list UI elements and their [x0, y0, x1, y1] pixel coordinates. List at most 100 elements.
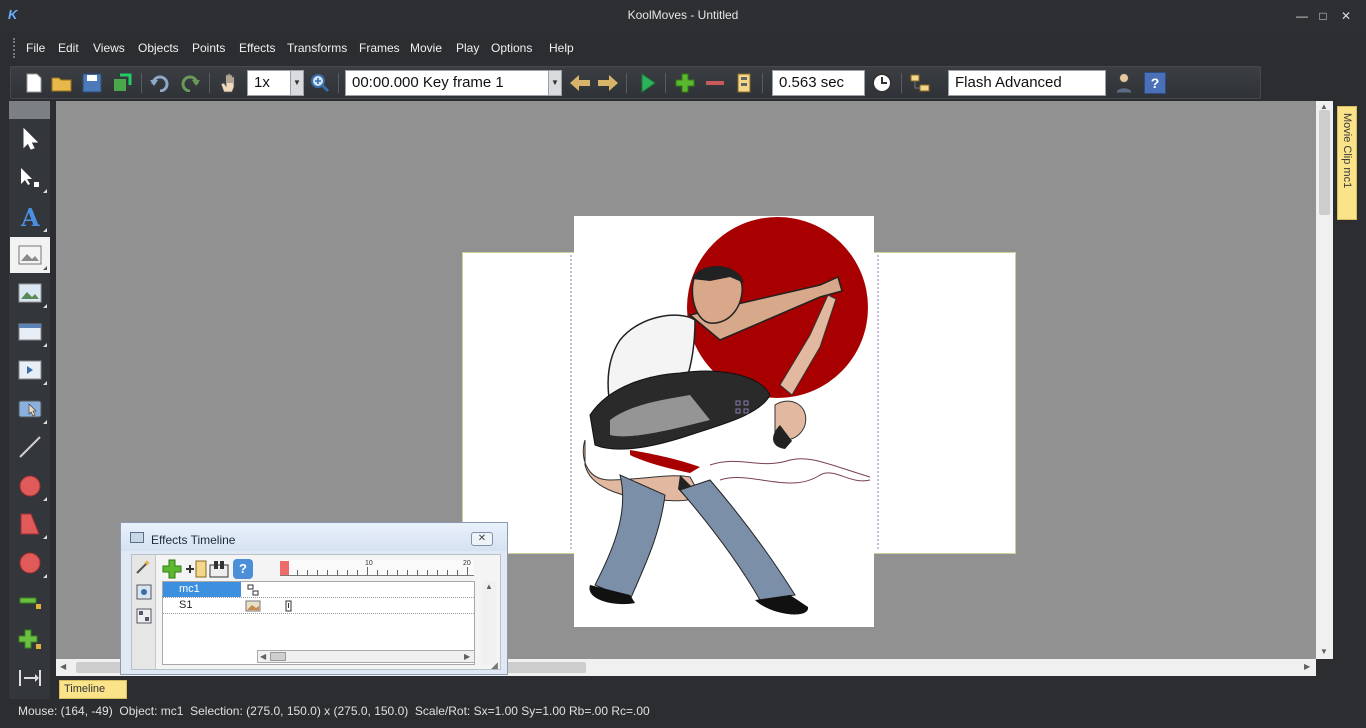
- prev-frame-icon[interactable]: [569, 72, 591, 94]
- menu-movie[interactable]: Movie: [410, 41, 442, 55]
- effects-scroll-left-icon[interactable]: ◀: [260, 652, 266, 661]
- movie-clip-icon[interactable]: [10, 352, 50, 388]
- window-icon: [130, 532, 144, 543]
- zoom-select[interactable]: 1x: [247, 70, 291, 96]
- effect-frames-icon[interactable]: [208, 559, 230, 582]
- help-icon[interactable]: ?: [1144, 72, 1166, 94]
- shape-tool-corner-icon: [43, 535, 47, 539]
- export-icon[interactable]: [111, 72, 133, 94]
- scroll-right-icon[interactable]: ▶: [1304, 662, 1310, 671]
- vertical-scrollbar[interactable]: ▲ ▼: [1316, 101, 1333, 659]
- add-keyframe-icon[interactable]: [184, 559, 208, 582]
- ruler-label-20: 20: [463, 560, 471, 567]
- keyframe-marker-icon[interactable]: [285, 600, 293, 612]
- menu-play[interactable]: Play: [456, 41, 479, 55]
- side-tab-label: Movie Clip mc1: [1341, 113, 1353, 189]
- menu-help[interactable]: Help: [549, 41, 574, 55]
- menu-frames[interactable]: Frames: [359, 41, 400, 55]
- layers-icon[interactable]: [909, 72, 931, 94]
- ellipse-tool-corner-icon: [43, 574, 47, 578]
- redo-icon[interactable]: [179, 72, 201, 94]
- scroll-left-icon[interactable]: ◀: [60, 662, 66, 671]
- effects-timeline-title: Effects Timeline: [151, 533, 236, 547]
- button-tool-corner-icon: [43, 420, 47, 424]
- status-selection: Selection: (275.0, 150.0) x (275.0, 150.…: [190, 704, 409, 718]
- add-frame-icon[interactable]: [674, 72, 696, 94]
- effects-timeline-close-button[interactable]: ✕: [471, 532, 493, 546]
- effect-layout-icon[interactable]: [135, 607, 153, 628]
- undo-icon[interactable]: [149, 72, 171, 94]
- effects-scroll-thumb[interactable]: [270, 652, 286, 661]
- shape-tool-icon[interactable]: [10, 506, 50, 542]
- zoom-dropdown-arrow[interactable]: ▼: [290, 70, 304, 96]
- wand-icon[interactable]: [135, 559, 151, 578]
- menu-views[interactable]: Views: [93, 41, 125, 55]
- hand-icon[interactable]: [218, 72, 240, 94]
- zoom-icon[interactable]: [309, 72, 331, 94]
- vertical-scroll-thumb[interactable]: [1319, 110, 1330, 215]
- effects-ruler[interactable]: 10 20: [280, 560, 474, 576]
- effect-settings-icon[interactable]: [135, 583, 153, 604]
- frame-select[interactable]: 00:00.000 Key frame 1: [345, 70, 549, 96]
- effects-vertical-scrollbar[interactable]: ▲: [482, 581, 496, 665]
- remove-frame-icon[interactable]: [704, 72, 726, 94]
- effects-timeline-titlebar[interactable]: Effects Timeline ✕: [121, 523, 507, 551]
- subselect-icon[interactable]: [10, 160, 50, 196]
- open-folder-icon[interactable]: [51, 72, 73, 94]
- text-tool-icon[interactable]: A: [10, 199, 50, 235]
- export-format-field[interactable]: Flash Advanced: [948, 70, 1106, 96]
- effects-help-icon[interactable]: ?: [233, 559, 253, 579]
- playhead-marker[interactable]: [280, 561, 289, 575]
- ellipse-tool-icon[interactable]: [10, 545, 50, 581]
- next-frame-icon[interactable]: [597, 72, 619, 94]
- movie-clip-side-tab[interactable]: Movie Clip mc1: [1337, 106, 1357, 220]
- circle-tool-icon[interactable]: [10, 468, 50, 504]
- resize-grip-icon[interactable]: ◢: [491, 660, 503, 672]
- menu-effects[interactable]: Effects: [239, 41, 275, 55]
- timeline-tab[interactable]: Timeline: [59, 680, 127, 699]
- timer-icon[interactable]: [871, 72, 893, 94]
- effects-row-s1[interactable]: S1: [163, 598, 474, 614]
- menu-options[interactable]: Options: [491, 41, 532, 55]
- effects-timeline-window: Effects Timeline ✕ ? 10 20 mc1 S1 ▲ ◀ ▶ …: [120, 522, 508, 675]
- minus-tool-icon[interactable]: [10, 584, 50, 620]
- menu-grip[interactable]: [13, 38, 15, 58]
- frame-tool-icon[interactable]: [10, 314, 50, 350]
- play-icon[interactable]: [637, 72, 659, 94]
- dancers-artwork[interactable]: [570, 255, 880, 625]
- line-tool-icon[interactable]: [10, 429, 50, 465]
- text-tool-corner-icon: [43, 228, 47, 232]
- menu-points[interactable]: Points: [192, 41, 225, 55]
- clip-row-icon: [247, 584, 259, 596]
- maximize-button[interactable]: □: [1315, 9, 1331, 23]
- new-file-icon[interactable]: [23, 72, 45, 94]
- movie-clip-corner-icon: [43, 381, 47, 385]
- close-button[interactable]: ✕: [1338, 9, 1354, 23]
- frame-dropdown-arrow[interactable]: ▼: [548, 70, 562, 96]
- scroll-down-icon[interactable]: ▼: [1320, 647, 1328, 656]
- add-tool-icon[interactable]: [10, 622, 50, 658]
- menu-transforms[interactable]: Transforms: [287, 41, 347, 55]
- effects-row-mc1[interactable]: mc1: [163, 582, 474, 598]
- image-tool-icon[interactable]: [10, 237, 50, 273]
- save-icon[interactable]: [81, 72, 103, 94]
- menu-edit[interactable]: Edit: [58, 41, 79, 55]
- frame-properties-icon[interactable]: [733, 72, 755, 94]
- menu-bar: File Edit Views Objects Points Effects T…: [8, 35, 1358, 61]
- add-effect-icon[interactable]: [162, 559, 182, 582]
- motion-tool-icon[interactable]: [10, 660, 50, 696]
- status-text: Mouse: (164, -49) Object: mc1 Selection:…: [18, 704, 650, 718]
- effects-scroll-right-icon[interactable]: ▶: [464, 652, 470, 661]
- duration-field[interactable]: 0.563 sec: [772, 70, 865, 96]
- image-edit-icon[interactable]: [10, 275, 50, 311]
- menu-objects[interactable]: Objects: [138, 41, 179, 55]
- user-icon[interactable]: [1113, 72, 1135, 94]
- effects-scroll-up-icon[interactable]: ▲: [485, 582, 493, 591]
- effects-horizontal-scrollbar[interactable]: ◀ ▶: [257, 650, 475, 663]
- select-arrow-icon[interactable]: [10, 121, 50, 157]
- image-row-icon: [245, 600, 261, 612]
- tool-palette: A: [9, 101, 50, 699]
- button-tool-icon[interactable]: [10, 391, 50, 427]
- minimize-button[interactable]: —: [1294, 9, 1310, 23]
- menu-file[interactable]: File: [26, 41, 45, 55]
